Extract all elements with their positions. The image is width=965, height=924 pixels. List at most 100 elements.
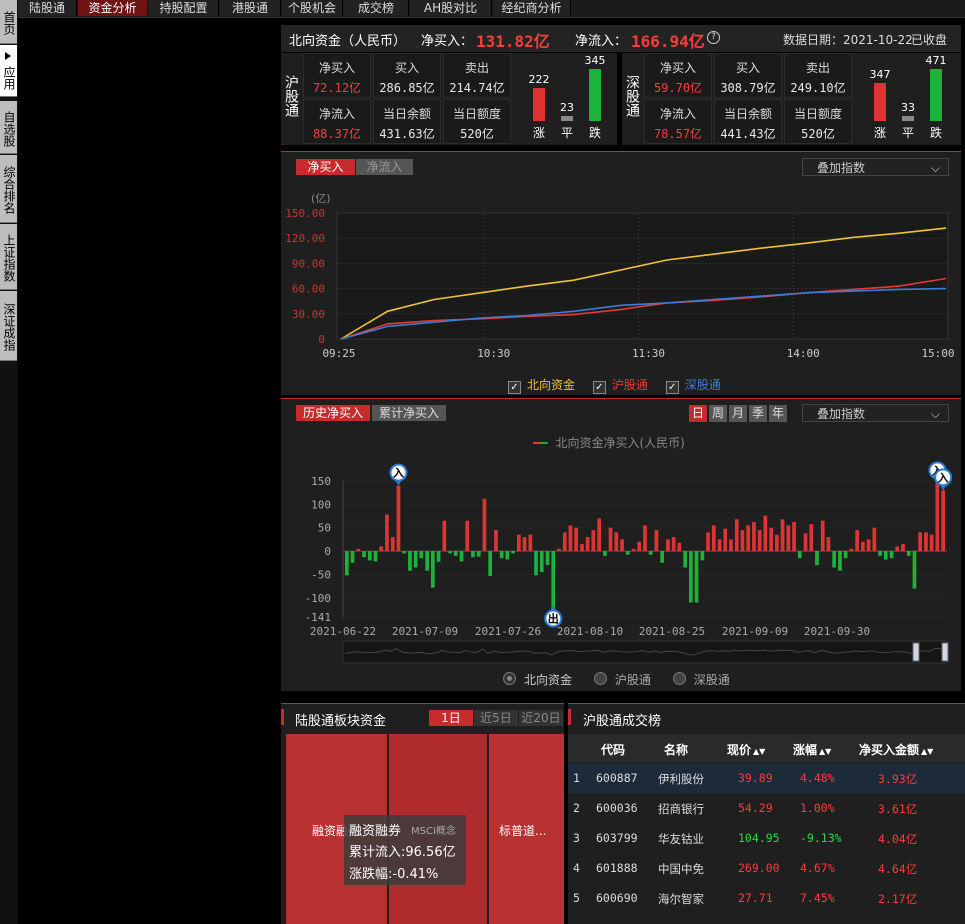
table-row[interactable]: 2 600036 招商银行 54.29 1.00% 3.61亿 [568, 793, 965, 823]
bar [597, 518, 601, 552]
left-tab-0[interactable]: 首页 [0, 0, 17, 44]
top-tab-6[interactable]: AH股对比 [410, 0, 492, 16]
bar [866, 539, 871, 552]
left-tab-3[interactable]: 综合排名 [0, 155, 17, 223]
top-tab-5[interactable]: 成交榜 [344, 0, 409, 16]
history-overlay-select[interactable]: 叠加指数 ⌵ [802, 404, 949, 422]
bar [872, 527, 877, 552]
radio-sh[interactable]: 沪股通 [593, 672, 651, 687]
left-tab-4[interactable]: 上证指数 [0, 224, 17, 290]
bar [425, 551, 429, 571]
top-tab-0[interactable]: 陆股通 [18, 0, 77, 16]
sz-balance-value: 441.43亿 [720, 127, 776, 141]
overlay-index-select[interactable]: 叠加指数 ⌵ [802, 158, 949, 176]
x-tick-label: 2021-08-25 [639, 625, 705, 638]
ranking-header-4[interactable]: 净买入金额 ▲▼ [859, 741, 933, 758]
history-bar-chart: 150 100 50 0 -50 -100 -1412021-06-22 2021-07-09… [305, 461, 953, 664]
ranking-header-1[interactable]: 名称 [664, 741, 688, 758]
chevron-down-icon: ⌵ [930, 407, 940, 421]
row-chg: 4.48% [800, 771, 835, 785]
x-tick-label: 2021-07-26 [475, 625, 541, 638]
table-row[interactable]: 1 600887 伊利股份 39.89 4.48% 3.93亿 [568, 763, 965, 793]
period-3[interactable]: 季 [749, 405, 767, 422]
row-name: 伊利股份 [658, 772, 704, 786]
period-1[interactable]: 周 [709, 405, 727, 422]
period-2[interactable]: 月 [729, 405, 747, 422]
top-tab-2[interactable]: 持股配置 [149, 0, 219, 16]
x-tick-label: 14:00 [787, 347, 820, 360]
top-tab-7[interactable]: 经纪商分析 [493, 0, 571, 16]
bar [861, 541, 865, 552]
ranking-header-0[interactable]: 代码 [601, 741, 625, 758]
row-name: 中国中免 [658, 862, 704, 876]
sh-down-bar [589, 69, 601, 121]
sort-icon: ▲▼ [921, 747, 934, 756]
sh-sell_label: 卖出 [464, 61, 489, 75]
left-tab-2[interactable]: 自选股 [0, 101, 17, 154]
bar [557, 548, 561, 552]
y-tick-label: -100 [305, 592, 332, 605]
bar [637, 541, 642, 552]
bar [820, 520, 825, 552]
y-unit-label: (亿) [311, 192, 331, 205]
sh-sell-value: 214.74亿 [449, 81, 505, 95]
period-0[interactable]: 日 [689, 405, 707, 422]
legend-sz[interactable]: ✓ 深股通 [665, 378, 721, 394]
ranking-header-2[interactable]: 现价 ▲▼ [727, 741, 765, 758]
bar [689, 551, 693, 603]
bar [895, 546, 900, 552]
bar [528, 534, 533, 552]
y-tick-label: 90.00 [292, 257, 325, 270]
bar [574, 527, 578, 552]
sector-panel: 陆股通板块资金 融资融券 标普道... 融资融券 MSCI概念 累计流入:96.… [281, 703, 564, 924]
sh-balance_label: 当日余额 [382, 107, 431, 121]
sell-marker-icon[interactable]: 出 [544, 605, 563, 628]
svg-text:入: 入 [393, 467, 404, 480]
sector-period-0[interactable]: 1日 [429, 710, 473, 726]
bar [350, 551, 355, 563]
table-row[interactable]: 3 603799 华友钴业 104.95 -9.13% 4.04亿 [568, 823, 965, 853]
top-tab-1[interactable]: 资金分析 [78, 0, 148, 16]
ranking-header-3[interactable]: 涨幅 ▲▼ [793, 741, 831, 758]
sz-quota-value: 520亿 [801, 127, 835, 141]
radio-north[interactable]: 北向资金 [503, 672, 572, 687]
bar [809, 524, 814, 552]
top-tab-4[interactable]: 个股机会 [282, 0, 343, 16]
top-tab-3[interactable]: 港股通 [220, 0, 281, 16]
tab-net-buy[interactable]: 净买入 [296, 159, 355, 175]
table-row[interactable]: 4 601888 中国中免 269.00 4.67% 4.64亿 [568, 853, 965, 883]
radio-sz[interactable]: 深股通 [672, 672, 730, 687]
period-4[interactable]: 年 [769, 405, 787, 422]
sector-period-1[interactable]: 近5日 [474, 710, 518, 726]
y-tick-label: 120.00 [285, 232, 325, 245]
bar [694, 551, 699, 603]
tab-history-net-buy[interactable]: 历史净买入 [296, 405, 370, 421]
buy-marker-icon[interactable]: 入 [389, 463, 408, 486]
tab-cumulative-net-buy[interactable]: 累计净买入 [372, 405, 446, 421]
sz-name: 深股通 [624, 75, 640, 117]
legend-sh[interactable]: ✓ 沪股通 [592, 378, 648, 394]
sh-net_inflow-value: 88.37亿 [312, 127, 362, 141]
sz-net_inflow-value: 78.57亿 [653, 127, 703, 141]
bar [671, 537, 676, 552]
tab-net-inflow[interactable]: 净流入 [356, 159, 413, 175]
sz-sell-value: 249.10亿 [790, 81, 846, 95]
sector-period-2[interactable]: 近20日 [519, 710, 563, 726]
legend-north[interactable]: ✓ 北向资金 [508, 378, 575, 394]
table-row[interactable]: 5 600690 海尔智家 27.71 7.45% 2.17亿 [568, 883, 965, 913]
bar [855, 530, 859, 552]
sh-net_buy_label: 净买入 [318, 61, 355, 75]
left-tab-5[interactable]: 深证成指 [0, 291, 17, 361]
row-price: 269.00 [738, 861, 780, 875]
sz-buy-value: 308.79亿 [720, 81, 776, 95]
help-icon[interactable]: ? [707, 31, 720, 44]
sector-tooltip: 融资融券 MSCI概念 累计流入:96.56亿 涨跌幅:-0.41% [344, 815, 466, 885]
sz-net_inflow_label: 净流入 [659, 107, 696, 121]
sh-up-count: 222 [528, 73, 550, 86]
sh-flat-bar [561, 116, 573, 121]
svg-text:入: 入 [938, 471, 949, 484]
bar [711, 525, 716, 552]
sector-block-3[interactable]: 标普道... [489, 734, 564, 924]
range-scroller[interactable] [342, 640, 949, 664]
bar [918, 532, 922, 552]
